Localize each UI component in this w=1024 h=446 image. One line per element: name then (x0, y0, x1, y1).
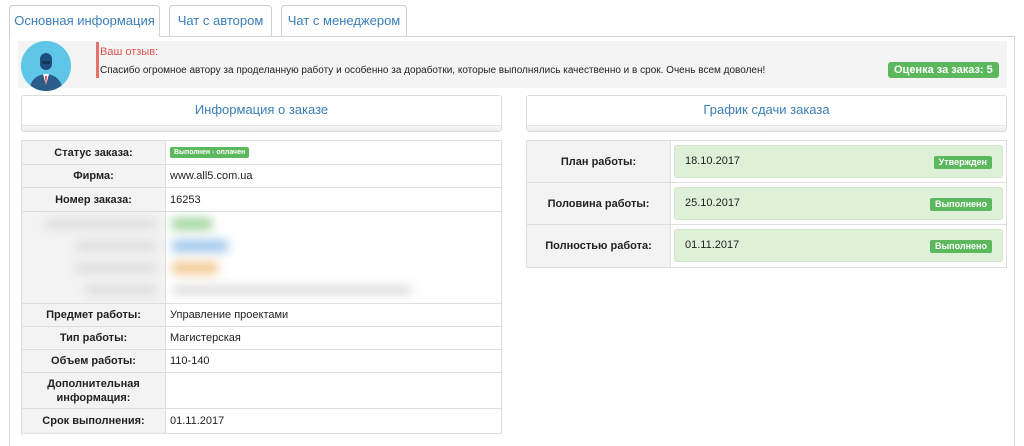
status-badge: Утвержден (933, 156, 992, 169)
order-info-title: Информация о заказе (194, 102, 329, 117)
row-value: Магистерская (170, 332, 241, 344)
panel-border-right (1014, 36, 1015, 446)
row-value: 01.11.2017 (170, 415, 225, 427)
panel-border-left (9, 36, 10, 446)
redacted-text (86, 286, 156, 294)
review-label: Ваш отзыв: (100, 46, 159, 58)
row-value: 16253 (170, 193, 201, 206)
redacted-rows (22, 212, 501, 304)
table-row: Номер заказа: 16253 (22, 188, 501, 212)
schedule-value: 25.10.2017 Выполнено (671, 183, 1006, 224)
user-avatar-icon (21, 41, 71, 91)
redacted-value (172, 262, 218, 274)
redacted-value (172, 286, 412, 294)
schedule-key: План работы: (527, 141, 671, 182)
row-value (166, 373, 501, 408)
redacted-text (76, 264, 156, 272)
schedule-box: 25.10.2017 Выполнено (674, 187, 1003, 220)
schedule-value: 18.10.2017 Утвержден (671, 141, 1006, 182)
table-row: Фирма: www.all5.com.ua (22, 165, 501, 188)
schedule-box: 18.10.2017 Утвержден (674, 145, 1003, 178)
row-key: Объем работы: (22, 350, 166, 372)
row-value: Выполнен - оплачен (166, 141, 501, 164)
schedule-title: График сдачи заказа (703, 102, 830, 117)
schedule-date: 18.10.2017 (685, 155, 741, 167)
row-key: Предмет работы: (22, 304, 166, 326)
row-key: Номер заказа: (22, 188, 166, 211)
redacted-value (172, 218, 212, 230)
table-row: Статус заказа: Выполнен - оплачен (22, 141, 501, 165)
row-key: Статус заказа: (22, 141, 166, 164)
review-text: Спасибо огромное автору за проделанную р… (100, 65, 766, 76)
review-box: Ваш отзыв: Спасибо огромное автору за пр… (18, 41, 1007, 91)
status-badge: Выполнено (930, 198, 992, 211)
status-badge: Выполнен - оплачен (170, 147, 250, 158)
tab-chat-manager[interactable]: Чат с менеджером (281, 5, 407, 37)
row-key: Дополнительная информация: (22, 373, 166, 408)
table-row: Предмет работы: Управление проектами (22, 304, 501, 327)
redacted-text (46, 220, 156, 228)
row-key: Тип работы: (22, 327, 166, 349)
rating-badge: Оценка за заказ: 5 (888, 62, 999, 78)
row-key: Срок выполнения: (22, 409, 166, 433)
schedule-row: Половина работы: 25.10.2017 Выполнено (527, 183, 1006, 225)
order-info-table: Статус заказа: Выполнен - оплачен Фирма:… (21, 140, 502, 434)
row-value: www.all5.com.ua (170, 170, 253, 182)
table-row: Срок выполнения: 01.11.2017 (22, 409, 501, 433)
redacted-text (76, 242, 156, 250)
schedule-date: 25.10.2017 (685, 197, 741, 209)
schedule-value: 01.11.2017 Выполнено (671, 225, 1006, 267)
row-value: 110-140 (170, 355, 210, 367)
row-key: Фирма: (22, 165, 166, 187)
status-badge: Выполнено (930, 240, 992, 253)
schedule-key: Полностью работа: (527, 225, 671, 267)
review-accent-bar (96, 42, 99, 78)
table-row: Дополнительная информация: (22, 373, 501, 409)
schedule-table: План работы: 18.10.2017 Утвержден Полови… (526, 140, 1007, 268)
tab-bar: Основная информация Чат с автором Чат с … (9, 5, 1024, 37)
redacted-value (172, 240, 228, 252)
schedule-header: График сдачи заказа (526, 95, 1007, 132)
tab-main-info[interactable]: Основная информация (9, 5, 160, 37)
schedule-date: 01.11.2017 (685, 239, 740, 251)
tab-chat-author[interactable]: Чат с автором (169, 5, 272, 37)
schedule-row: Полностью работа: 01.11.2017 Выполнено (527, 225, 1006, 267)
table-row: Объем работы: 110-140 (22, 350, 501, 373)
table-row: Тип работы: Магистерская (22, 327, 501, 350)
schedule-row: План работы: 18.10.2017 Утвержден (527, 141, 1006, 183)
order-info-header: Информация о заказе (21, 95, 502, 132)
row-value: Управление проектами (170, 309, 289, 321)
schedule-box: 01.11.2017 Выполнено (674, 229, 1003, 262)
schedule-key: Половина работы: (527, 183, 671, 224)
